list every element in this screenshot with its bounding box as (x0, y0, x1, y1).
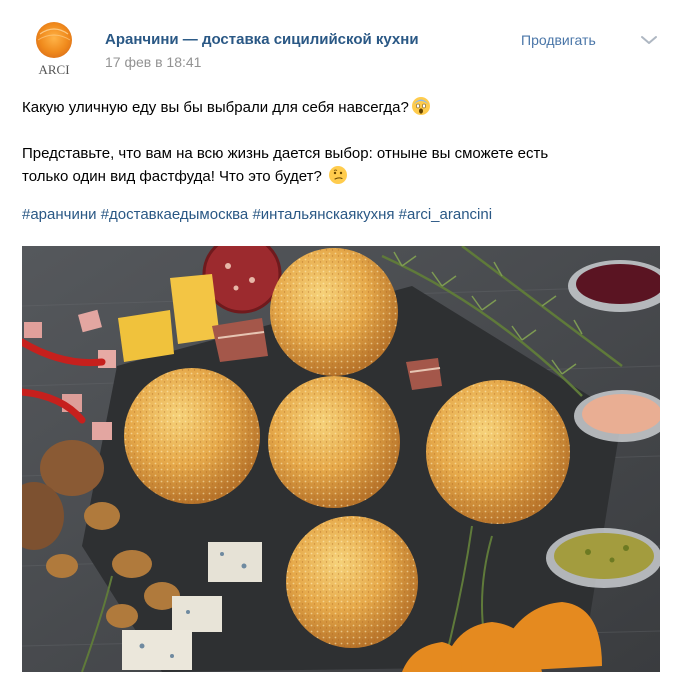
arancini-ball (270, 248, 398, 376)
post-date-link[interactable]: 17 фев в 18:41 (105, 54, 201, 70)
logo-text: ARCI (38, 62, 69, 76)
post-text: Какую уличную еду вы бы выбрали для себя… (22, 96, 652, 226)
hashtag-link[interactable]: #аранчини (22, 206, 97, 223)
hashtag-link[interactable]: #arci_arancini (399, 206, 492, 223)
promote-button[interactable]: Продвигать (521, 32, 596, 48)
arancini-ball (426, 380, 570, 524)
chevron-down-icon[interactable] (640, 33, 658, 47)
post-text-line: Представьте, что вам на всю жизнь дается… (22, 145, 549, 162)
scream-emoji-icon (411, 97, 430, 115)
community-avatar[interactable]: ARCI (30, 20, 78, 77)
post-photo[interactable] (22, 246, 660, 672)
thinking-emoji-icon (329, 166, 348, 184)
arancini-ball (286, 516, 418, 648)
post-text-line: Какую уличную еду вы бы выбрали для себя… (22, 96, 652, 119)
arancini-ball (268, 376, 400, 508)
hashtag-link[interactable]: #интальянскаякухня (252, 206, 394, 223)
community-name-link[interactable]: Аранчини — доставка сицилийской кухни (105, 31, 419, 48)
hashtag-link[interactable]: #доставкаедымосква (101, 206, 249, 223)
arancini-ball (124, 368, 260, 504)
post: ARCI Аранчини — доставка сицилийской кух… (0, 0, 681, 680)
arci-logo: ARCI (36, 22, 72, 77)
hashtags: #аранчини #доставкаедымосква #интальянск… (22, 203, 652, 226)
post-text-line: только один вид фастфуда! Что это будет? (22, 165, 652, 188)
